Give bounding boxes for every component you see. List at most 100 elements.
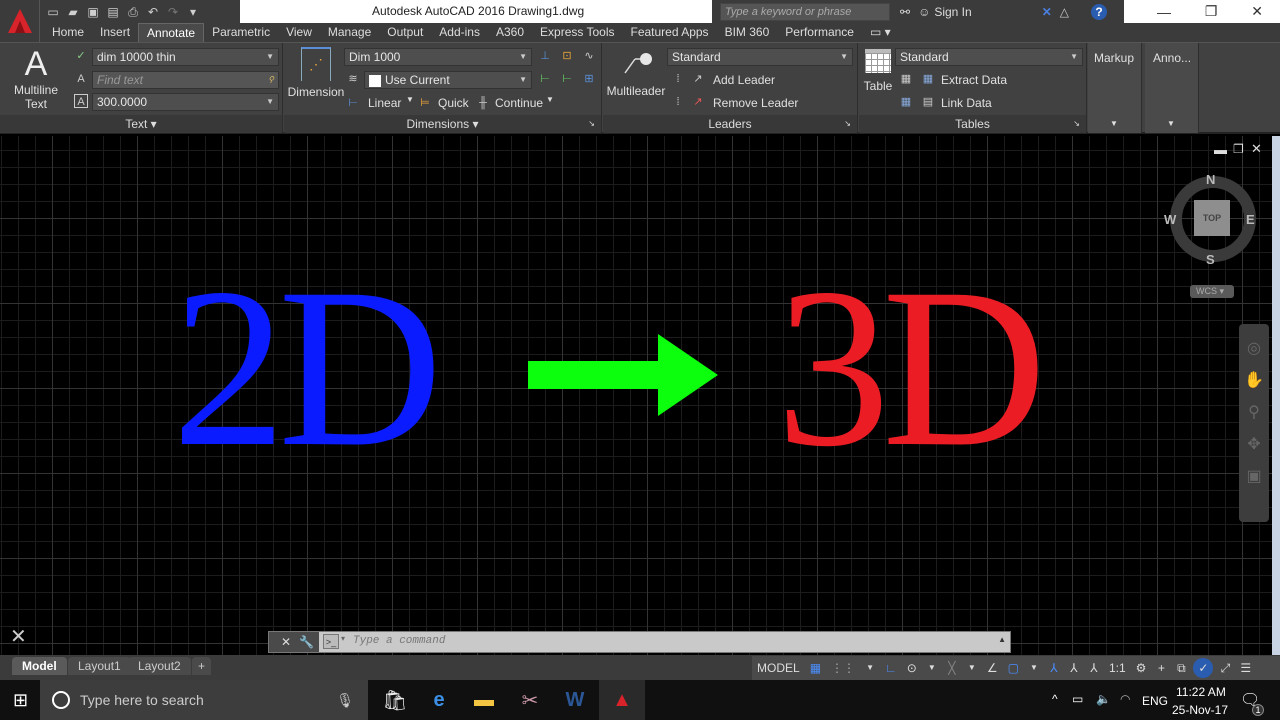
customize-icon[interactable]: ▾ (186, 5, 200, 19)
spell-check-icon[interactable]: ✓ (74, 49, 88, 63)
viewcube-top-face[interactable]: TOP (1194, 200, 1230, 236)
tab-add-ins[interactable]: Add-ins (431, 23, 488, 42)
clock-date[interactable]: 25-Nov-17 (1172, 703, 1228, 717)
multileader-button[interactable]: Multileader (605, 49, 667, 109)
object-snap-icon[interactable]: ▢ (1005, 658, 1022, 678)
chevron-down-icon[interactable]: ▼ (546, 95, 554, 104)
annotation-monitor-icon[interactable]: + (1153, 658, 1169, 678)
ortho-icon[interactable]: ∟ (882, 658, 900, 678)
tab-parametric[interactable]: Parametric (204, 23, 278, 42)
orbit-icon[interactable]: ✥ (1247, 434, 1260, 454)
compass-south[interactable]: S (1206, 252, 1215, 267)
multiline-text-button[interactable]: A Multiline Text (8, 45, 64, 113)
compass-west[interactable]: W (1164, 212, 1176, 227)
extract-data-button[interactable]: Extract Data (941, 73, 1007, 87)
save-icon[interactable]: ▣ (86, 5, 100, 19)
drawing-canvas[interactable]: 2D 3D ▬ ❐ ✕ TOP N S E W WCS ▾ ◎ ✋ ⚲ ✥ ▣ … (0, 136, 1280, 655)
help-button[interactable]: ? (1090, 3, 1107, 20)
file-explorer-icon[interactable]: ▬ (461, 680, 507, 720)
update-icon[interactable]: ⊢ (560, 72, 574, 86)
tab-bim-360[interactable]: BIM 360 (717, 23, 778, 42)
table-style-select[interactable]: Standard ▼ (895, 48, 1083, 66)
edge-app-icon[interactable]: e (416, 680, 462, 720)
maximize-button[interactable]: ❐ (1205, 3, 1218, 20)
tab-output[interactable]: Output (379, 23, 431, 42)
text-style-select[interactable]: dim 10000 thin ▼ (92, 48, 279, 66)
object-snap-tracking-icon[interactable]: ∠ (984, 658, 1001, 678)
dimension-button[interactable]: ⋰ Dimension (286, 47, 346, 113)
taskbar-search[interactable]: Type here to search 🎙 (40, 680, 368, 720)
workspace-gear-icon[interactable]: ⚙ (1133, 658, 1150, 678)
tab-a360[interactable]: A360 (488, 23, 532, 42)
markup-panel[interactable]: Markup ▼ (1088, 43, 1142, 133)
new-icon[interactable]: ▭ (46, 5, 60, 19)
viewport-close-button[interactable]: ✕ (1251, 141, 1262, 157)
compass-east[interactable]: E (1246, 212, 1255, 227)
application-menu-button[interactable] (0, 0, 40, 42)
tab-model[interactable]: Model (12, 657, 67, 675)
pan-hand-icon[interactable]: ✋ (1244, 370, 1264, 390)
compass-north[interactable]: N (1206, 172, 1215, 187)
sign-in-button[interactable]: Sign In (934, 5, 971, 19)
chevron-down-icon[interactable]: ▼ (964, 658, 980, 678)
link-data-button[interactable]: Link Data (941, 96, 992, 110)
windows-start-icon[interactable]: ⊞ (13, 690, 28, 711)
download-source-icon[interactable]: ▦ (899, 72, 913, 86)
microphone-icon[interactable]: 🎙 (336, 692, 354, 709)
tab-view[interactable]: View (278, 23, 320, 42)
isodraft-icon[interactable]: ╳ (944, 658, 960, 678)
dim-break-icon[interactable]: ⊡ (560, 49, 574, 63)
text-panel-title[interactable]: Text ▾ (0, 115, 282, 133)
dim-style-select[interactable]: Dim 1000 ▼ (344, 48, 532, 66)
auto-scale-icon[interactable]: ⅄ (1066, 658, 1082, 678)
panel-toggle-icon[interactable]: ▭ ▾ (862, 23, 899, 42)
wifi-icon[interactable]: ◠ (1120, 692, 1130, 706)
add-layout-button[interactable]: + (192, 657, 212, 675)
upload-source-icon[interactable]: ▦ (899, 95, 913, 109)
add-leader-button[interactable]: Add Leader (713, 73, 775, 87)
dialog-launcher-icon[interactable]: ↘ (1073, 115, 1080, 133)
remove-leader-button[interactable]: Remove Leader (713, 96, 798, 110)
text-height-select[interactable]: 300.0000 ▼ (92, 93, 279, 111)
clean-screen-icon[interactable]: ⤢ (1217, 658, 1233, 678)
tab-performance[interactable]: Performance (777, 23, 862, 42)
tables-panel-title[interactable]: Tables ↘ (859, 115, 1086, 133)
viewport-restore-button[interactable]: ❐ (1233, 142, 1244, 156)
word-app-icon[interactable]: W (552, 680, 598, 720)
chevron-down-icon[interactable]: ▼ (862, 658, 878, 678)
chevron-down-icon[interactable]: ▼ (1026, 658, 1042, 678)
text-align-icon[interactable]: A (74, 72, 88, 86)
linear-button[interactable]: Linear (368, 96, 401, 110)
tab-express-tools[interactable]: Express Tools (532, 23, 622, 42)
align-leaders-icon[interactable]: ⁞ (671, 72, 685, 86)
dimensions-panel-title[interactable]: Dimensions ▾ ↘ (284, 115, 601, 133)
continue-button[interactable]: Continue (495, 96, 543, 110)
polar-tracking-icon[interactable]: ⊙ (904, 658, 920, 678)
battery-icon[interactable]: ▭ (1072, 692, 1083, 706)
plot-icon[interactable]: ⎙ (126, 5, 140, 19)
command-history-icon[interactable]: ▲ (998, 635, 1006, 644)
find-text-input[interactable]: Find text ⚲ (92, 71, 279, 89)
reassociate-icon[interactable]: ⊞ (582, 72, 596, 86)
zoom-extents-icon[interactable]: ⚲ (1248, 402, 1260, 422)
inspect-icon[interactable]: ⊢ (538, 72, 552, 86)
dim-space-icon[interactable]: ⊥ (538, 49, 552, 63)
dim-layer-select[interactable]: Use Current ▼ (364, 71, 532, 89)
annotation-visibility-icon[interactable]: ⅄ (1046, 658, 1062, 678)
isolate-objects-icon[interactable]: ⧉ (1173, 658, 1189, 678)
jogged-line-icon[interactable]: ∿ (582, 49, 596, 63)
quick-button[interactable]: Quick (438, 96, 469, 110)
autocad-app-icon[interactable]: ▲ (599, 680, 645, 720)
tab-home[interactable]: Home (44, 23, 92, 42)
volume-icon[interactable]: 🔈 (1096, 692, 1111, 706)
binoculars-icon[interactable]: ⚯ (900, 5, 910, 19)
minimize-button[interactable]: — (1157, 4, 1171, 20)
open-icon[interactable]: ▰ (66, 5, 80, 19)
dialog-launcher-icon[interactable]: ↘ (844, 115, 851, 133)
language-indicator[interactable]: ENG (1142, 694, 1168, 708)
snap-icon[interactable]: ⋮⋮ (828, 658, 858, 678)
customization-menu-icon[interactable]: ☰ (1237, 658, 1254, 678)
snipping-tool-icon[interactable]: ✂ (507, 680, 553, 720)
model-space-button[interactable]: MODEL (754, 658, 803, 678)
customize-wrench-icon[interactable]: 🔧 (299, 635, 314, 649)
